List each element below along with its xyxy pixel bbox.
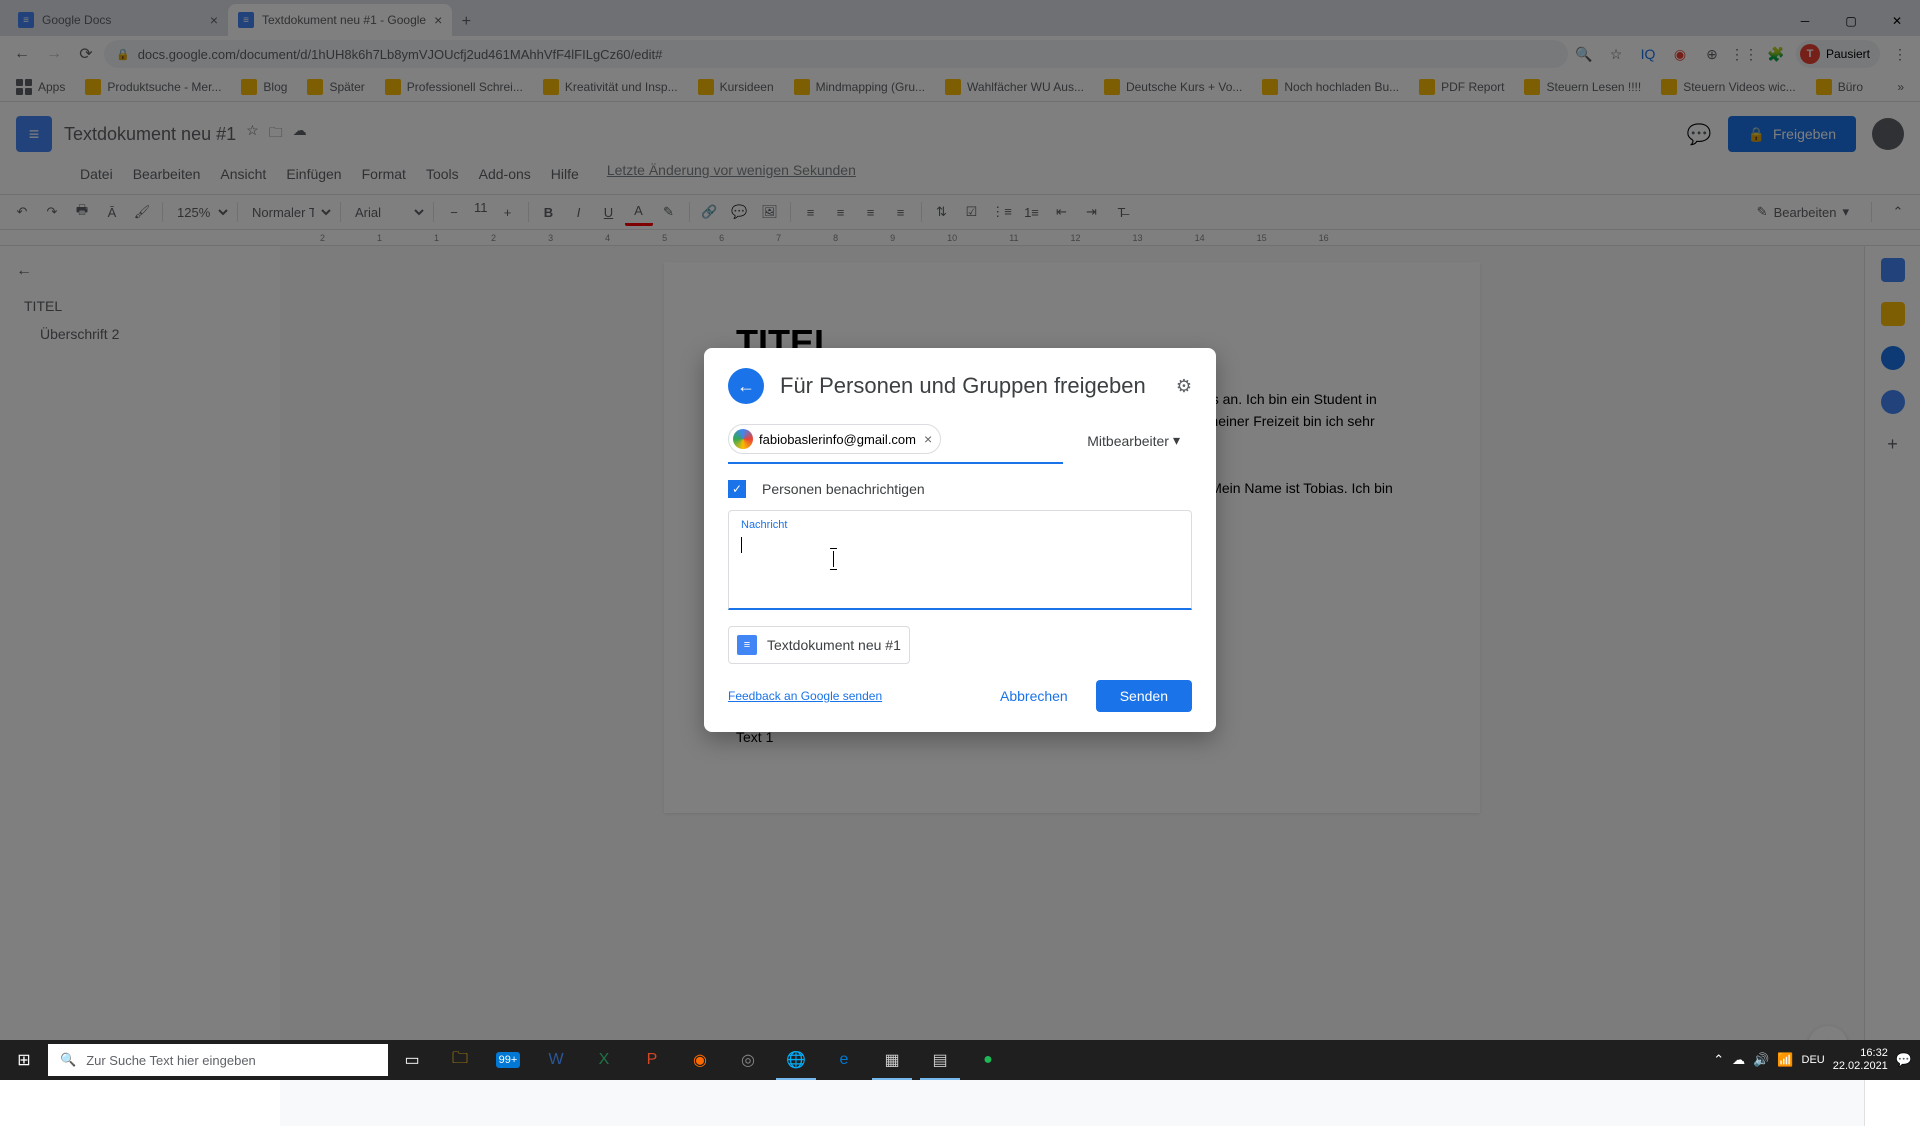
language-indicator[interactable]: DEU (1802, 1054, 1825, 1066)
avatar-icon (733, 429, 753, 449)
text-caret-icon (833, 551, 834, 567)
recipient-email: fabiobaslerinfo@gmail.com (759, 432, 916, 447)
text-cursor (741, 537, 742, 553)
spotify-icon[interactable]: ● (964, 1040, 1012, 1080)
cancel-button[interactable]: Abbrechen (984, 680, 1084, 712)
taskbar-search[interactable]: 🔍 Zur Suche Text hier eingeben (48, 1044, 388, 1076)
recipient-field[interactable]: fabiobaslerinfo@gmail.com × (728, 424, 1063, 464)
message-field[interactable]: Nachricht (728, 510, 1192, 610)
explorer-icon[interactable]: 🗀 (436, 1040, 484, 1080)
search-icon: 🔍 (60, 1052, 76, 1068)
modal-title: Für Personen und Gruppen freigeben (780, 373, 1160, 399)
task-view-button[interactable]: ▭ (388, 1040, 436, 1080)
attachment-name: Textdokument neu #1 (767, 637, 901, 653)
recipient-chip: fabiobaslerinfo@gmail.com × (728, 424, 941, 454)
app-icon[interactable]: ▦ (868, 1040, 916, 1080)
notify-label: Personen benachrichtigen (762, 481, 925, 497)
docs-icon: ≡ (737, 635, 757, 655)
message-input[interactable] (741, 533, 1179, 549)
onedrive-icon[interactable]: ☁ (1732, 1052, 1745, 1068)
notify-checkbox[interactable]: ✓ (728, 480, 746, 498)
obs-icon[interactable]: ◎ (724, 1040, 772, 1080)
date-text: 22.02.2021 (1833, 1060, 1888, 1073)
wifi-icon[interactable]: 📶 (1777, 1052, 1793, 1068)
edge-icon[interactable]: e (820, 1040, 868, 1080)
clock[interactable]: 16:32 22.02.2021 (1833, 1047, 1888, 1073)
mail-icon[interactable]: 99+ (484, 1040, 532, 1080)
share-modal: ← Für Personen und Gruppen freigeben ⚙ f… (704, 348, 1216, 732)
chrome-icon[interactable]: 🌐 (772, 1040, 820, 1080)
taskbar: ⊞ 🔍 Zur Suche Text hier eingeben ▭ 🗀 99+… (0, 1040, 1920, 1080)
word-icon[interactable]: W (532, 1040, 580, 1080)
excel-icon[interactable]: X (580, 1040, 628, 1080)
modal-overlay[interactable]: ← Für Personen und Gruppen freigeben ⚙ f… (0, 0, 1920, 1080)
role-label: Mitbearbeiter (1087, 433, 1169, 449)
send-button[interactable]: Senden (1096, 680, 1192, 712)
feedback-link[interactable]: Feedback an Google senden (728, 689, 882, 703)
notif-badge: 99+ (496, 1052, 521, 1068)
app-icon[interactable]: ◉ (676, 1040, 724, 1080)
chevron-down-icon: ▾ (1173, 432, 1180, 449)
remove-chip-button[interactable]: × (924, 431, 932, 447)
attachment-chip: ≡ Textdokument neu #1 (728, 626, 910, 664)
app-icon[interactable]: ▤ (916, 1040, 964, 1080)
start-button[interactable]: ⊞ (0, 1040, 48, 1080)
volume-icon[interactable]: 🔊 (1753, 1052, 1769, 1068)
search-placeholder: Zur Suche Text hier eingeben (86, 1053, 256, 1068)
gear-icon[interactable]: ⚙ (1176, 376, 1192, 397)
notifications-icon[interactable]: 💬 (1896, 1052, 1912, 1068)
role-select[interactable]: Mitbearbeiter ▾ (1075, 424, 1192, 457)
time-text: 16:32 (1833, 1047, 1888, 1060)
powerpoint-icon[interactable]: P (628, 1040, 676, 1080)
message-label: Nachricht (741, 519, 1179, 531)
modal-back-button[interactable]: ← (728, 368, 764, 404)
tray-chevron[interactable]: ⌃ (1713, 1052, 1724, 1068)
